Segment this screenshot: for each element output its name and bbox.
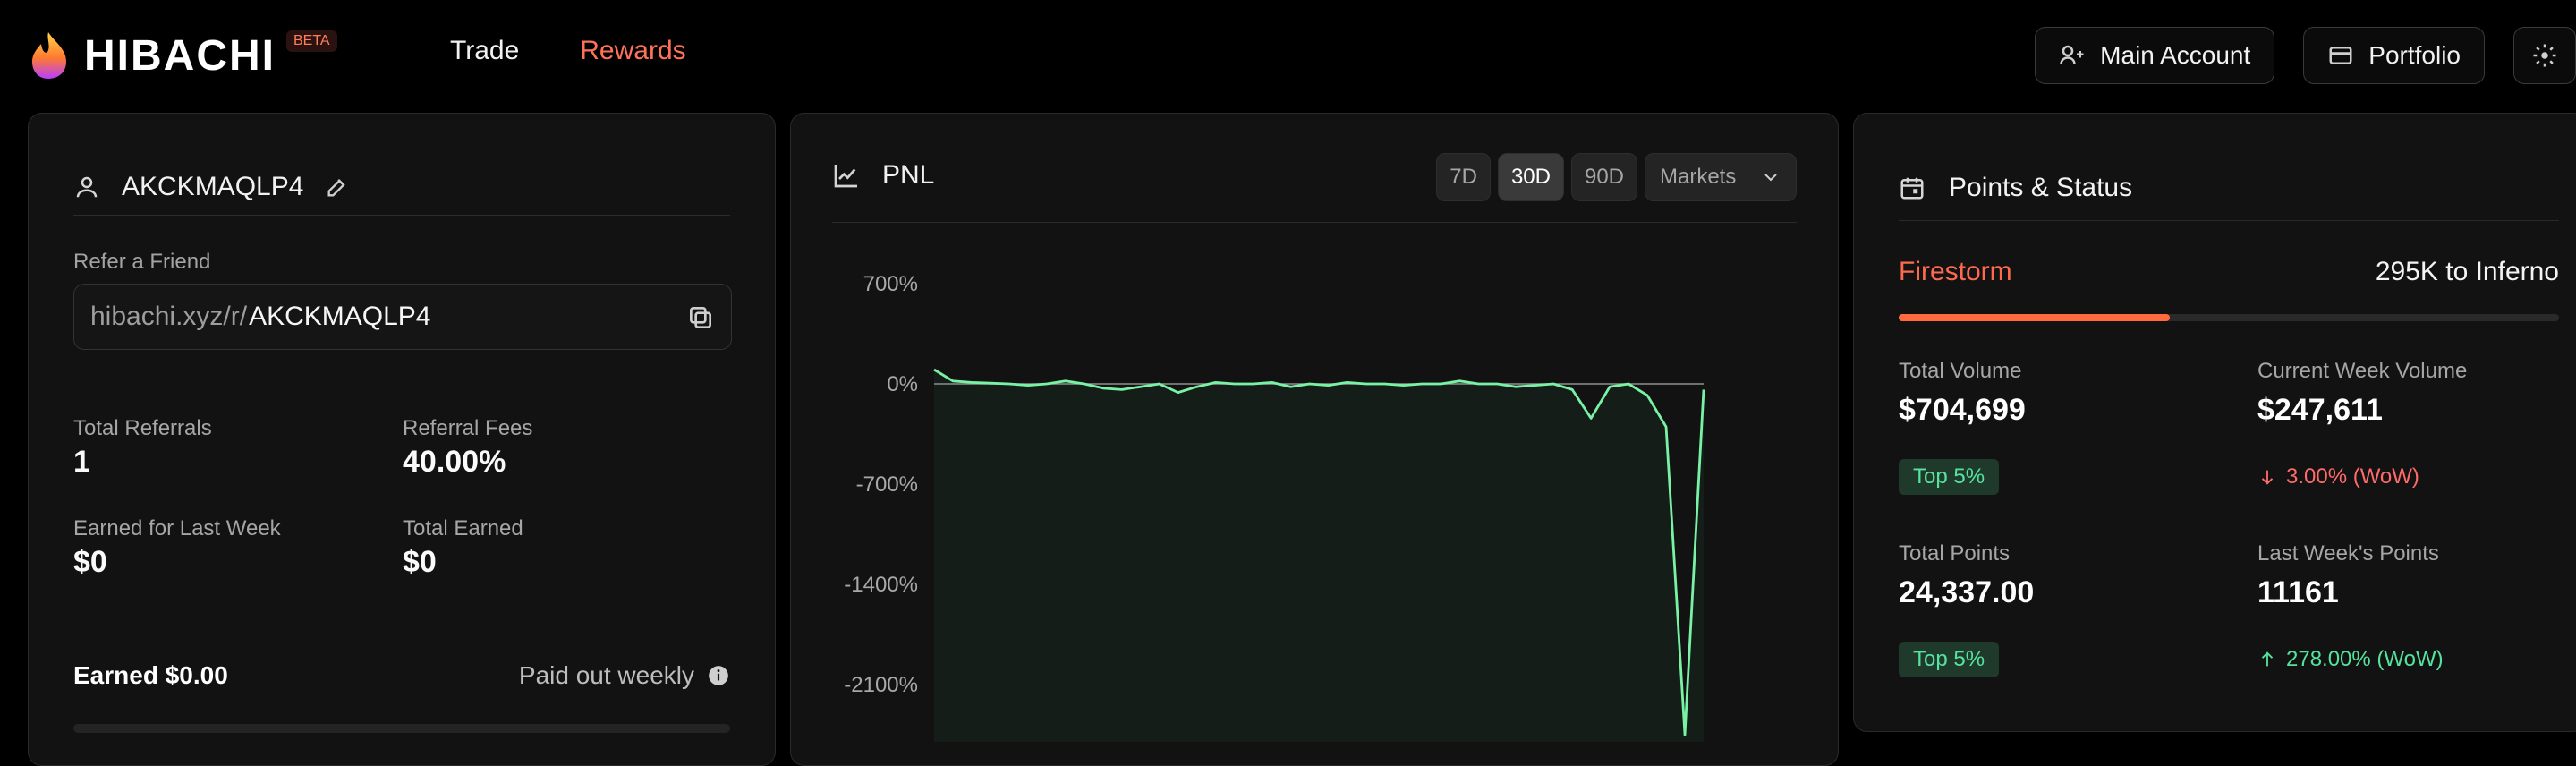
portfolio-button[interactable]: Portfolio	[2303, 27, 2485, 84]
beta-badge: BETA	[286, 30, 337, 52]
portfolio-icon	[2329, 47, 2352, 64]
username-label: AKCKMAQLP4	[122, 171, 304, 201]
total-referrals-label: Total Referrals	[73, 416, 212, 440]
referral-fees-value: 40.00%	[403, 445, 506, 479]
points-status-card: Points & Status Firestorm 295K to Infern…	[1853, 113, 2576, 732]
range-90d[interactable]: 90D	[1570, 153, 1637, 201]
brand-logo[interactable]: HIBACHI BETA	[27, 27, 337, 84]
line-chart-icon	[834, 165, 857, 188]
referral-code: AKCKMAQLP4	[249, 302, 431, 331]
main-account-button[interactable]: Main Account	[2035, 27, 2275, 84]
total-points-value: 24,337.00	[1899, 575, 2035, 609]
total-referrals-value: 1	[73, 445, 90, 479]
top-header: HIBACHI BETA Trade Rewards Main Account …	[0, 0, 2576, 111]
tier-progress-fill	[1899, 314, 2170, 321]
total-volume-label: Total Volume	[1899, 359, 2022, 383]
payout-info: Paid out weekly	[519, 661, 730, 690]
pnl-title: PNL	[882, 160, 935, 190]
markets-dropdown[interactable]: Markets	[1645, 153, 1797, 201]
pnl-chart: 700% 0% -700% -1400% -2100%	[844, 272, 1705, 742]
earned-last-week-label: Earned for Last Week	[73, 516, 281, 540]
range-7d[interactable]: 7D	[1436, 153, 1491, 201]
earnings-progress-track	[73, 724, 730, 733]
calendar-icon	[1900, 177, 1924, 199]
paid-out-label: Paid out weekly	[518, 661, 694, 689]
points-title: Points & Status	[1949, 172, 2133, 202]
y-tick-label: -700%	[856, 472, 918, 497]
earned-last-week-value: $0	[73, 545, 107, 579]
main-nav: Trade Rewards	[450, 36, 686, 66]
user-icon	[76, 176, 98, 197]
settings-button[interactable]	[2513, 27, 2576, 84]
y-tick-label: -2100%	[844, 673, 918, 697]
earnings-summary: Earned $0.00 Paid out weekly	[73, 654, 730, 697]
arrow-up-icon	[2261, 651, 2274, 667]
tier-row: Firestorm 295K to Inferno	[1899, 257, 2559, 287]
gear-icon	[2533, 44, 2556, 67]
volume-change-text: 3.00% (WoW)	[2286, 464, 2419, 489]
volume-change: 3.00% (WoW)	[2257, 464, 2419, 489]
edit-icon[interactable]	[325, 174, 350, 200]
account-icon	[2060, 45, 2084, 65]
y-tick-label: 700%	[863, 272, 918, 296]
header-actions: Main Account Portfolio	[2035, 27, 2576, 84]
range-30d[interactable]: 30D	[1497, 153, 1564, 201]
nav-trade[interactable]: Trade	[450, 36, 519, 66]
points-rank-badge: Top 5%	[1899, 642, 2000, 677]
markets-label: Markets	[1660, 165, 1737, 189]
brand-wordmark: HIBACHI	[84, 31, 276, 80]
pnl-card: PNL 7D 30D 90D Markets 700% 0% -700% -1400%…	[790, 113, 1839, 766]
referral-fees-label: Referral Fees	[403, 416, 533, 440]
tier-progress-track	[1899, 314, 2559, 321]
main-account-label: Main Account	[2100, 41, 2251, 69]
pnl-title-group: PNL	[832, 160, 934, 191]
flame-icon	[32, 32, 66, 79]
profile-header: AKCKMAQLP4	[73, 158, 730, 216]
referral-link-field[interactable]: hibachi.xyz/r/ AKCKMAQLP4	[73, 284, 732, 350]
arrow-down-icon	[2261, 470, 2274, 485]
copy-icon[interactable]	[686, 303, 715, 332]
y-tick-label: -1400%	[844, 573, 918, 597]
total-volume-value: $704,699	[1899, 393, 2026, 427]
refer-label: Refer a Friend	[73, 250, 211, 274]
pnl-controls: 7D 30D 90D Markets	[1436, 153, 1797, 201]
volume-rank-badge: Top 5%	[1899, 459, 2000, 495]
total-points-label: Total Points	[1899, 541, 2011, 566]
earned-summary: Earned $0.00	[73, 661, 228, 689]
total-earned-label: Total Earned	[403, 516, 523, 540]
total-earned-value: $0	[403, 545, 437, 579]
next-tier-progress-text: 295K to Inferno	[2375, 257, 2559, 286]
nav-rewards[interactable]: Rewards	[580, 36, 685, 66]
points-change: 278.00% (WoW)	[2257, 647, 2444, 672]
current-week-volume-label: Current Week Volume	[2257, 359, 2468, 383]
current-tier-label: Firestorm	[1899, 257, 2012, 286]
points-change-text: 278.00% (WoW)	[2286, 647, 2444, 671]
pnl-area	[934, 370, 1704, 742]
referral-card: AKCKMAQLP4 Refer a Friend hibachi.xyz/r/…	[28, 113, 776, 766]
referral-prefix: hibachi.xyz/r/	[90, 302, 248, 331]
current-week-volume-value: $247,611	[2257, 393, 2383, 427]
last-week-points-value: 11161	[2257, 575, 2339, 609]
portfolio-label: Portfolio	[2368, 41, 2461, 69]
points-header: Points & Status	[1899, 155, 2559, 221]
pnl-header: PNL 7D 30D 90D Markets	[832, 153, 1797, 223]
chevron-down-icon	[1764, 174, 1777, 182]
y-tick-label: 0%	[887, 372, 918, 396]
info-icon[interactable]	[707, 664, 730, 687]
last-week-points-label: Last Week's Points	[2257, 541, 2439, 566]
